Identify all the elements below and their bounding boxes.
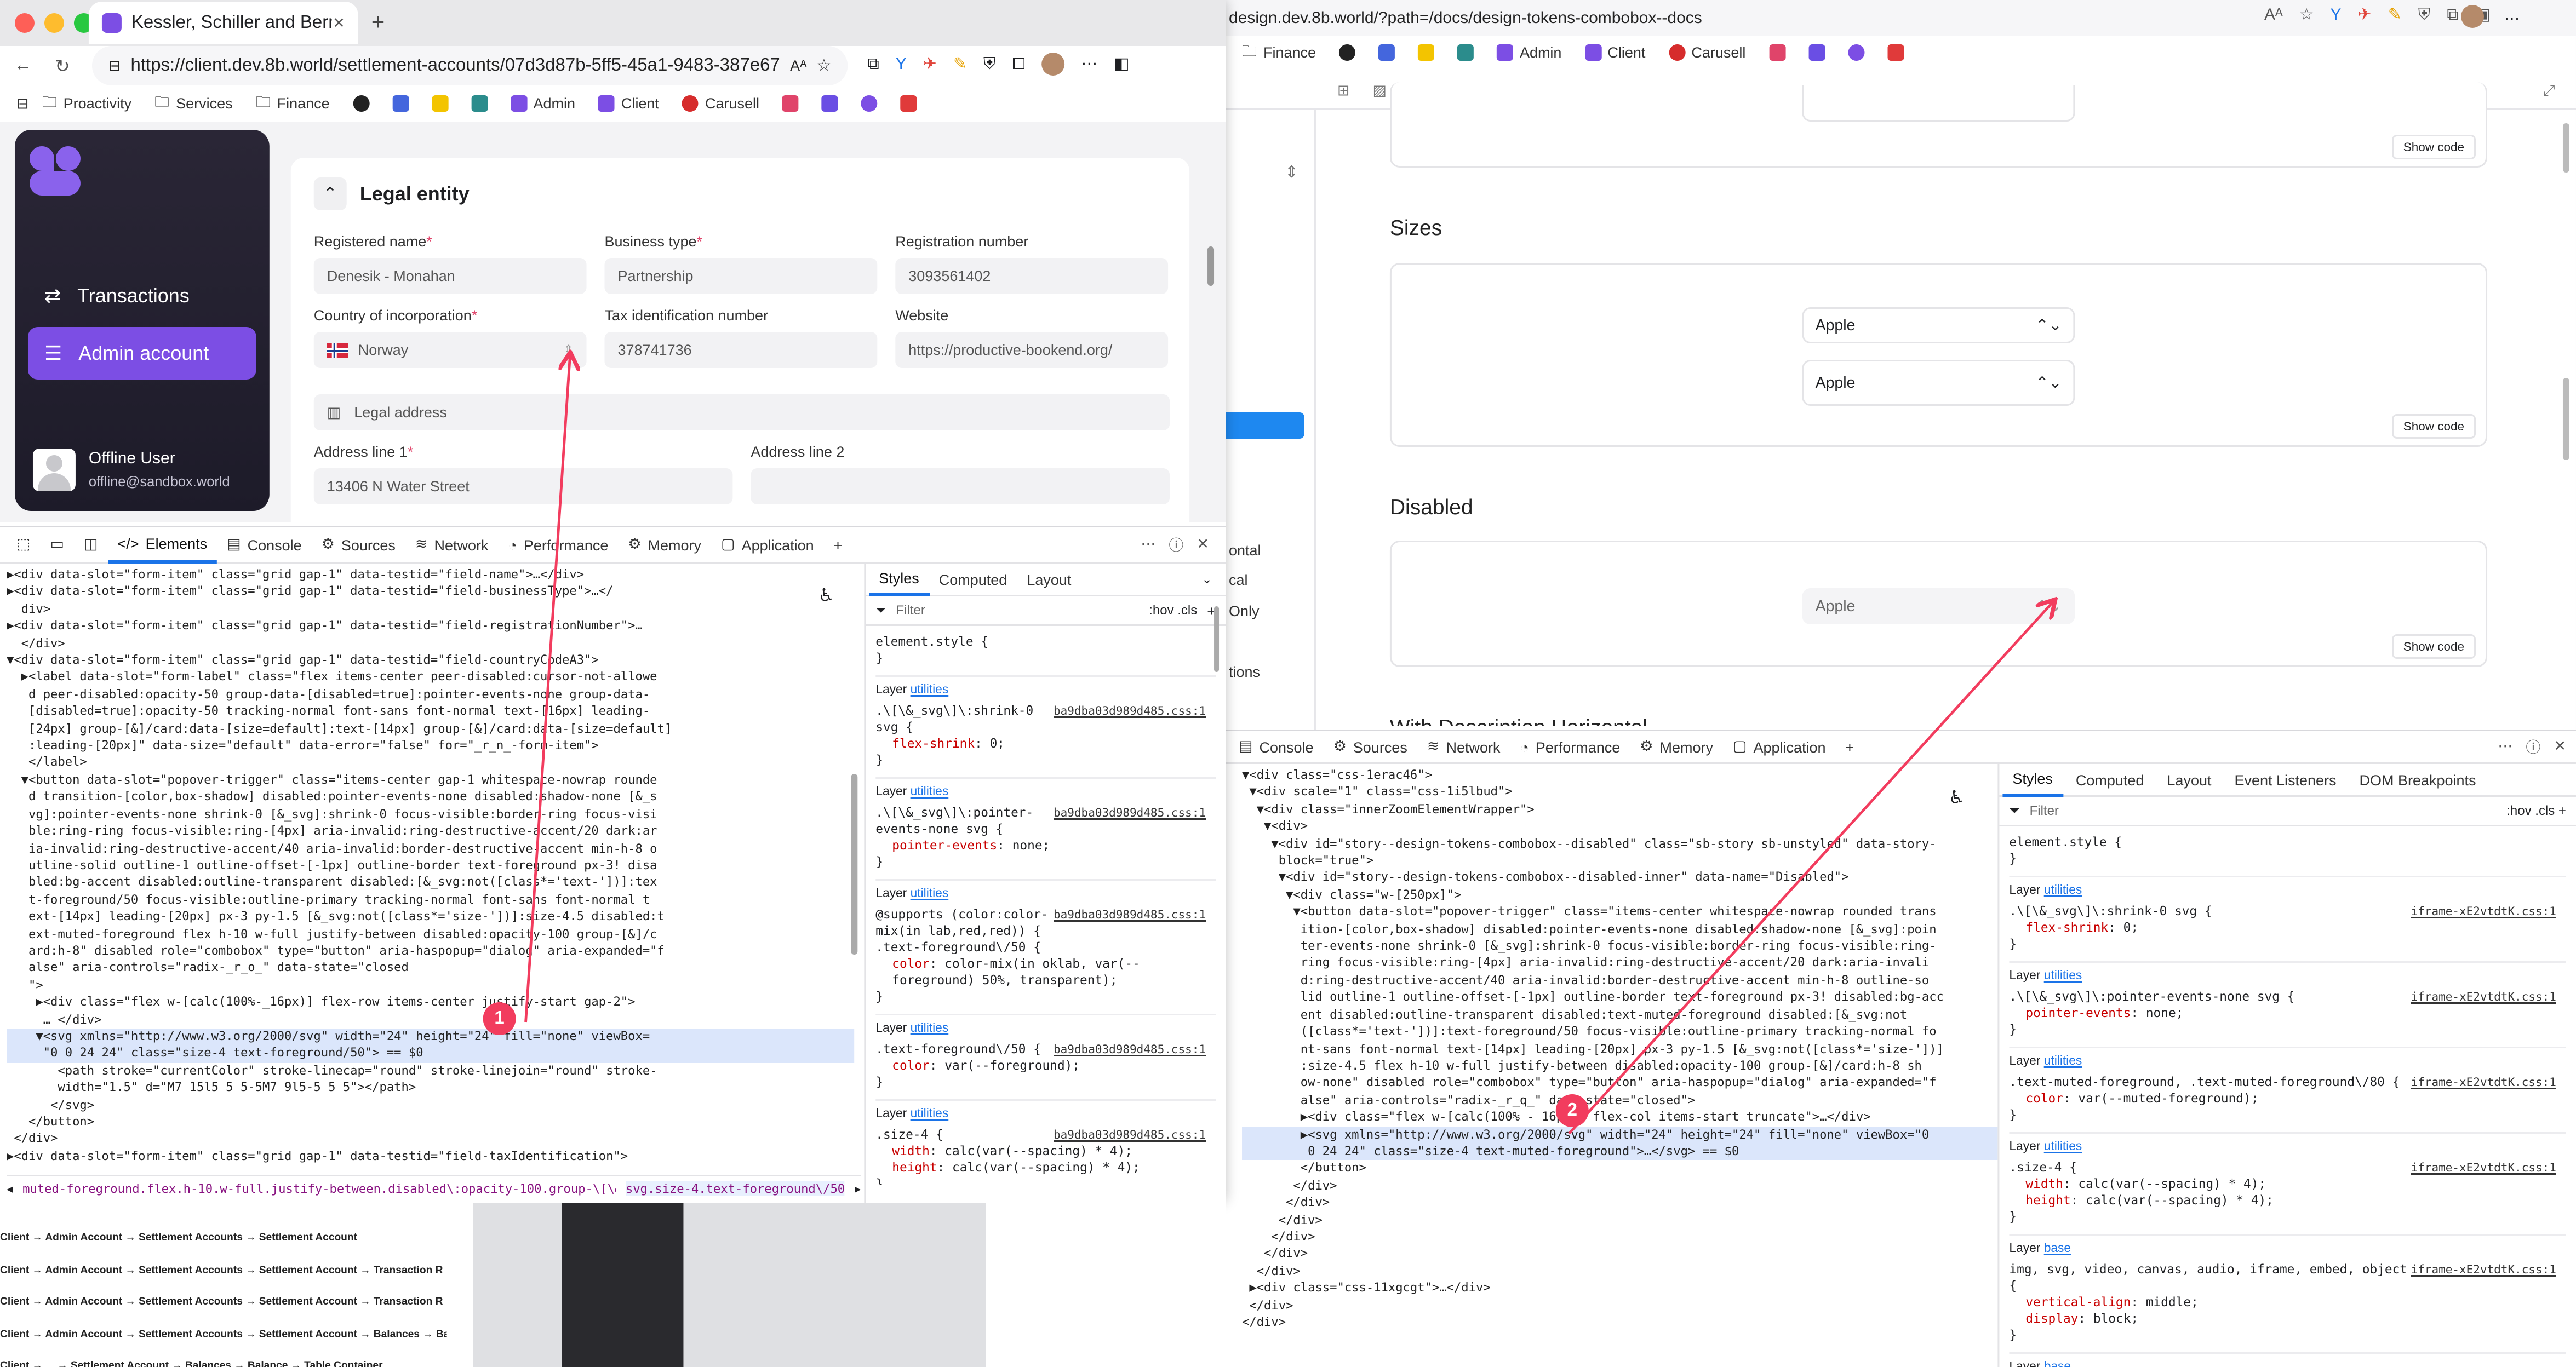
annotation-arrow-2 [1567,601,2054,1135]
annotation-badge-1: 1 [483,1002,516,1035]
annotation-arrows [524,0,2576,1135]
annotation-badge-2: 2 [1555,1094,1589,1127]
annotation-arrow-1 [524,355,570,1023]
